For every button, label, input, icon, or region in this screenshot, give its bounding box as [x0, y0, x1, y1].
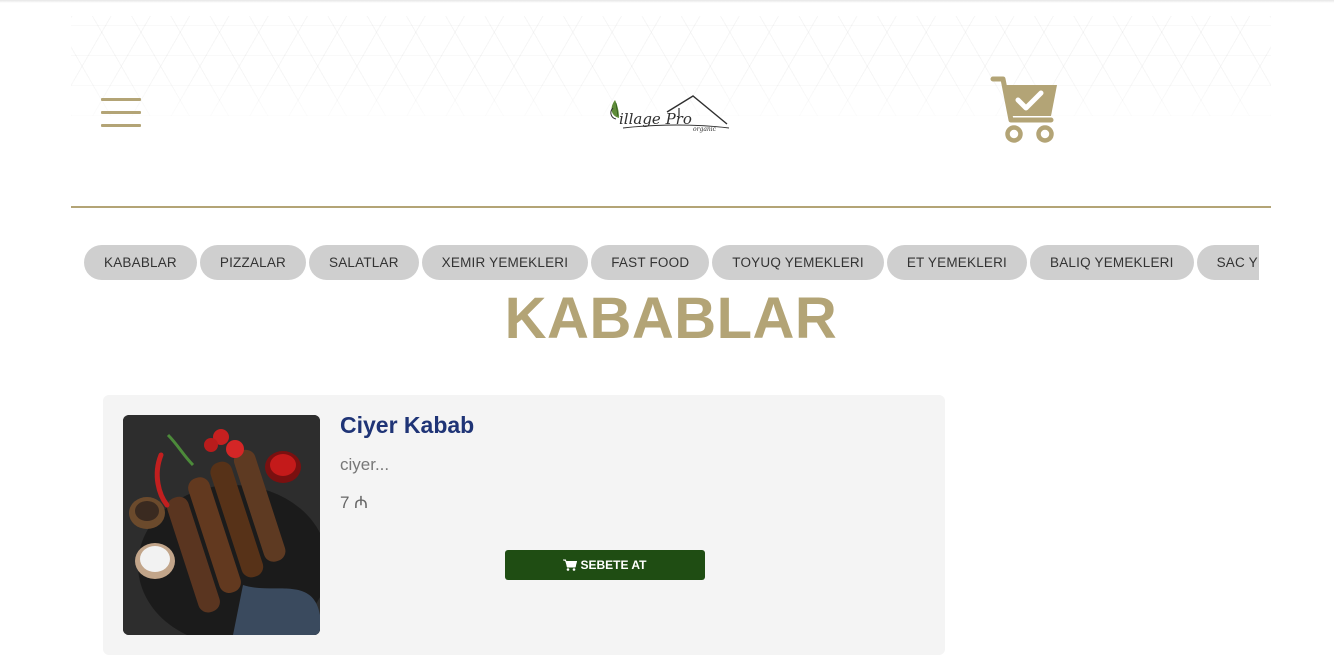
category-tab[interactable]: BALIQ YEMEKLERI [1030, 245, 1194, 280]
product-card: Ciyer Kabab ciyer... 7 ₼ SEBETE AT [103, 395, 945, 655]
product-price: 7 ₼ [340, 493, 368, 512]
product-name[interactable]: Ciyer Kabab [340, 412, 474, 439]
category-tab[interactable]: TOYUQ YEMEKLERI [712, 245, 884, 280]
category-tab[interactable]: SAC YEMEKLERI [1196, 245, 1259, 280]
category-tabs: KABABLAR PIZZALAR SALATLAR XEMIR YEMEKLERI F… [84, 245, 1259, 281]
category-tab[interactable]: XEMIR YEMEKLERI [421, 245, 589, 280]
category-tab[interactable]: ET YEMEKLERI [886, 245, 1028, 280]
cart-check-icon[interactable] [989, 76, 1061, 148]
add-to-cart-button[interactable]: SEBETE AT [505, 550, 705, 580]
category-tab[interactable]: KABABLAR [84, 245, 197, 280]
category-tab[interactable]: SALATLAR [309, 245, 419, 280]
village-pro-logo-icon: illage Pro organic [610, 95, 730, 133]
add-to-cart-label: SEBETE AT [580, 558, 647, 572]
product-image[interactable] [123, 415, 320, 635]
top-shadow [0, 0, 1334, 3]
hamburger-menu-icon[interactable] [101, 96, 141, 128]
site-header: illage Pro organic [71, 16, 1271, 208]
category-tab[interactable]: FAST FOOD [591, 245, 710, 280]
shopping-cart-icon [563, 559, 578, 571]
brand-logo[interactable]: illage Pro organic [607, 94, 733, 138]
section-title: KABABLAR [504, 286, 838, 351]
category-tab[interactable]: PIZZALAR [199, 245, 307, 280]
product-description: ciyer... [340, 455, 390, 474]
svg-text:organic: organic [693, 126, 717, 133]
